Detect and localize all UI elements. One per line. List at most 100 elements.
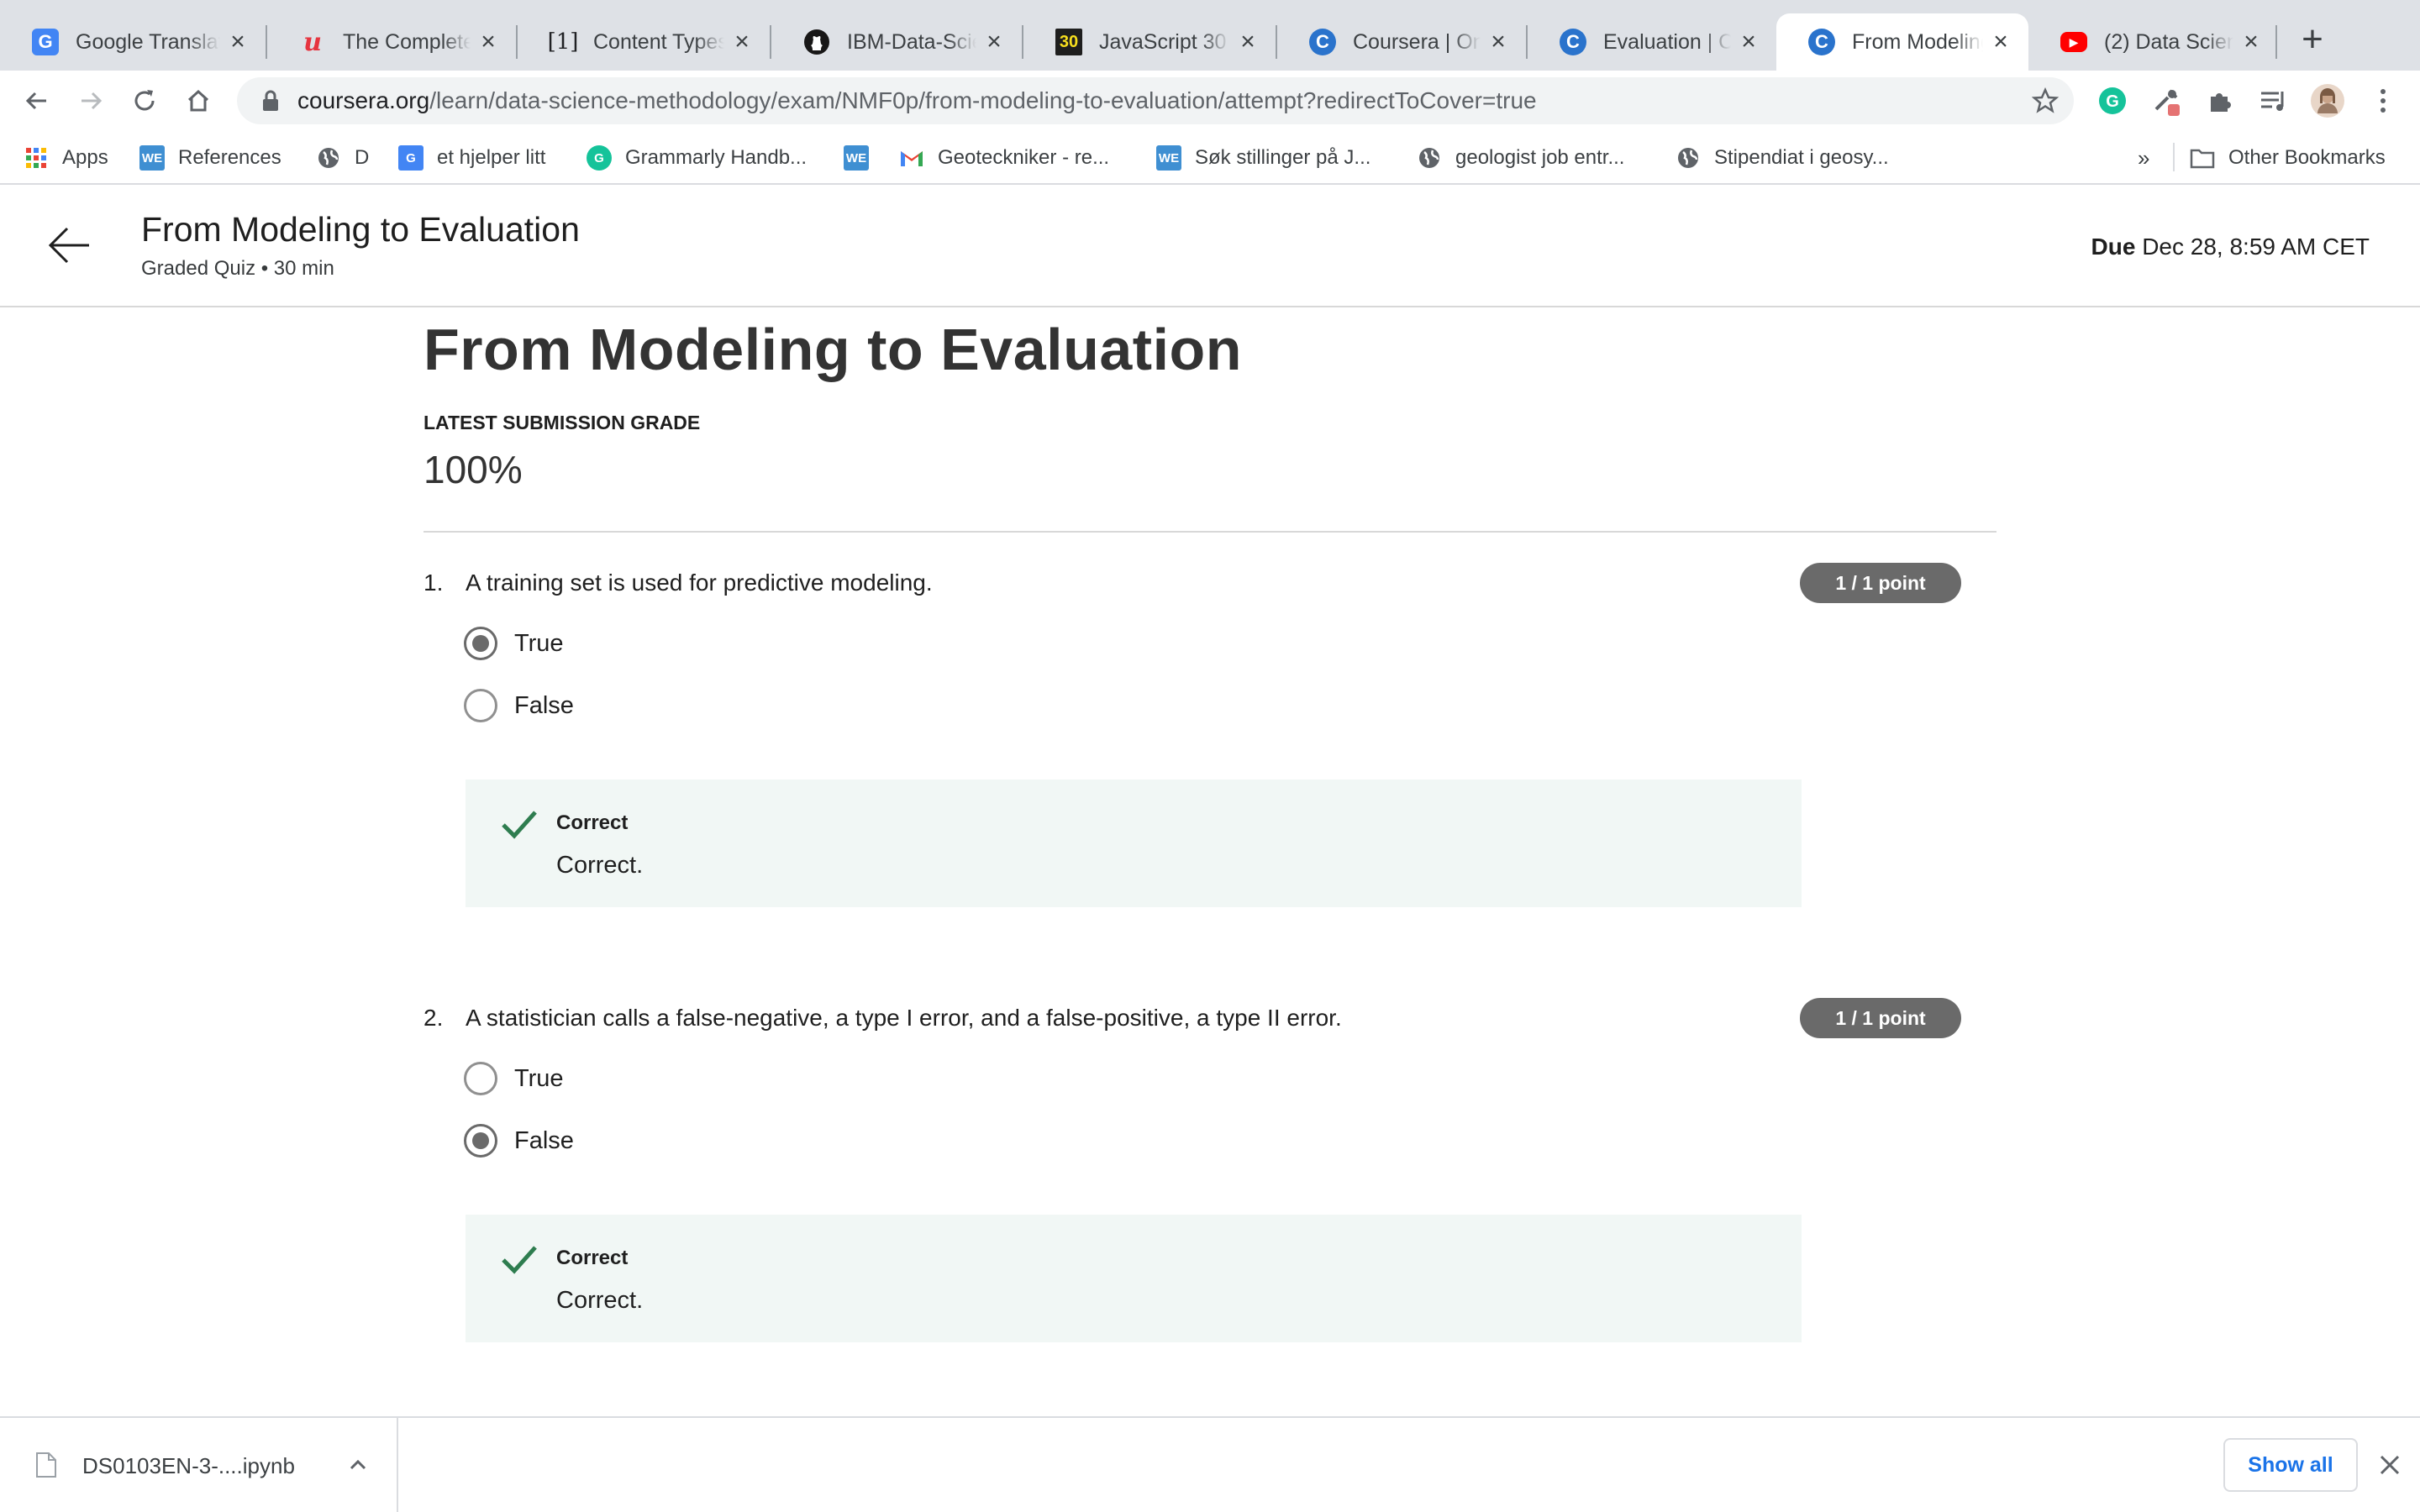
page-title: From Modeling to Evaluation [424,317,1243,382]
bookmark-label: D [355,146,370,169]
browser-tab-active[interactable]: C From Modeling to Evaluation × [1776,13,2028,71]
feedback-text: Correct. [556,852,644,879]
checkmark-icon [501,1243,538,1277]
close-tab-icon[interactable]: × [1988,29,2013,55]
close-tab-icon[interactable]: × [476,29,501,55]
back-arrow-icon[interactable] [44,220,94,270]
browser-tab[interactable]: IBM-Data-Science × [771,13,1022,71]
radio-button[interactable] [464,1062,497,1095]
points-badge: 1 / 1 point [1800,998,1961,1038]
bookmark-star-icon[interactable] [2031,87,2060,114]
reload-icon[interactable] [124,81,165,121]
browser-menu-icon[interactable] [2365,82,2402,119]
gmail-icon [899,145,924,171]
tab-title: JavaScript 30 - [1099,29,1230,54]
header-subtitle: Graded Quiz • 30 min [141,257,334,280]
extensions-puzzle-icon[interactable] [2202,82,2238,119]
grammarly-extension-icon[interactable]: G [2094,82,2131,119]
browser-tab[interactable]: G Google Translate × [0,13,266,71]
close-tab-icon[interactable]: × [1736,29,1761,55]
option-label: True [514,1064,564,1092]
radio-button-selected[interactable] [464,1124,497,1158]
due-label: Due [2091,234,2136,260]
answer-option-false[interactable]: False [464,687,574,724]
bookmarks-bar: Apps WE References D G et hjelper litt G… [0,131,2420,185]
close-tab-icon[interactable]: × [729,29,755,55]
radio-button[interactable] [464,689,497,722]
bookmark-label: Grammarly Handb... [625,146,808,169]
feedback-text: Correct. [556,1287,644,1314]
tab-title: The Complete 2 [343,29,471,54]
browser-tab[interactable]: [1] Content Types × [518,13,770,71]
bookmark-label: Søk stillinger på J... [1195,146,1371,169]
close-tab-icon[interactable]: × [225,29,250,55]
tab-title: From Modeling to Evaluation [1852,29,1983,54]
close-tab-icon[interactable]: × [1235,29,1260,55]
points-badge: 1 / 1 point [1800,563,1961,603]
option-label: False [514,691,574,719]
folder-icon [2190,145,2215,171]
bookmark-geologist-job[interactable]: geologist job entr... [1417,143,1624,173]
close-tab-icon[interactable]: × [2238,29,2264,55]
bookmark-sok-stillinger[interactable]: WE Søk stillinger på J... [1156,143,1370,173]
globe-icon [1676,145,1701,171]
bookmark-et-hjelper-litt[interactable]: G et hjelper litt [398,143,545,173]
browser-tab[interactable]: C Evaluation | Coursera × [1528,13,1776,71]
bookmark-label: Stipendiat i geosy... [1714,146,1889,169]
tab-title: (2) Data Science [2104,29,2233,54]
chevron-up-icon[interactable] [346,1453,370,1477]
bookmark-grammarly[interactable]: G Grammarly Handb... [587,143,807,173]
udemy-icon: u [303,27,322,57]
google-translate-icon: G [32,29,59,55]
bookmark-label: References [178,146,281,169]
bookmark-we[interactable]: WE [844,143,869,173]
close-icon[interactable] [2375,1450,2405,1480]
grade-label: LATEST SUBMISSION GRADE [424,412,701,433]
browser-tab[interactable]: u The Complete 2 × [267,13,516,71]
url-path: /learn/data-science-methodology/exam/NMF… [429,87,1537,113]
bookmark-geoteckniker[interactable]: Geoteckniker - re... [899,143,1109,173]
bookmark-d[interactable]: D [316,143,369,173]
browser-tab[interactable]: 30 JavaScript 30 - × [1023,13,1276,71]
bookmark-label: Apps [62,146,108,169]
bracket-one-icon: [1] [547,29,579,55]
question-number: 1. [424,570,444,596]
new-tab-button[interactable]: + [2291,18,2334,62]
eyedropper-extension-icon[interactable] [2148,82,2185,119]
browser-tab[interactable]: C Coursera | Online × [1277,13,1526,71]
close-tab-icon[interactable]: × [1486,29,1511,55]
address-bar[interactable]: coursera.org/learn/data-science-methodol… [237,77,2074,124]
home-icon[interactable] [178,81,218,121]
feedback-box: Correct Correct. [466,1215,1802,1342]
other-bookmarks[interactable]: Other Bookmarks [2190,143,2386,173]
tab-title: Coursera | Online [1353,29,1481,54]
browser-tab[interactable]: ▶ (2) Data Science × [2028,13,2279,71]
bookmarks-overflow-chevron[interactable]: » [2138,143,2149,173]
close-tab-icon[interactable]: × [981,29,1007,55]
other-bookmarks-label: Other Bookmarks [2228,146,2386,169]
download-item[interactable]: DS0103EN-3-....ipynb [0,1418,398,1512]
show-all-button[interactable]: Show all [2223,1438,2358,1492]
globe-icon [316,145,341,171]
coursera-icon: C [1560,29,1586,55]
bookmark-stipendiat[interactable]: Stipendiat i geosy... [1676,143,1889,173]
forward-icon[interactable] [71,81,111,121]
download-shelf: DS0103EN-3-....ipynb Show all [0,1416,2420,1512]
question-number: 2. [424,1005,444,1031]
tab-title: Google Translate [76,29,220,54]
due-date: Due Dec 28, 8:59 AM CET [2091,234,2370,260]
answer-option-true[interactable]: True [464,625,564,662]
back-icon[interactable] [17,81,57,121]
svg-text:G: G [2106,92,2119,111]
bookmark-label: geologist job entr... [1455,146,1625,169]
checkmark-icon [501,808,538,842]
answer-option-true[interactable]: True [464,1060,564,1097]
question-text: A statistician calls a false-negative, a… [466,1005,1342,1031]
lock-icon[interactable] [259,89,282,113]
reading-list-icon[interactable] [2255,82,2292,119]
radio-button-selected[interactable] [464,627,497,660]
bookmark-apps[interactable]: Apps [24,143,108,173]
bookmark-references[interactable]: WE References [139,143,281,173]
answer-option-false[interactable]: False [464,1122,574,1159]
profile-avatar[interactable] [2309,82,2346,119]
